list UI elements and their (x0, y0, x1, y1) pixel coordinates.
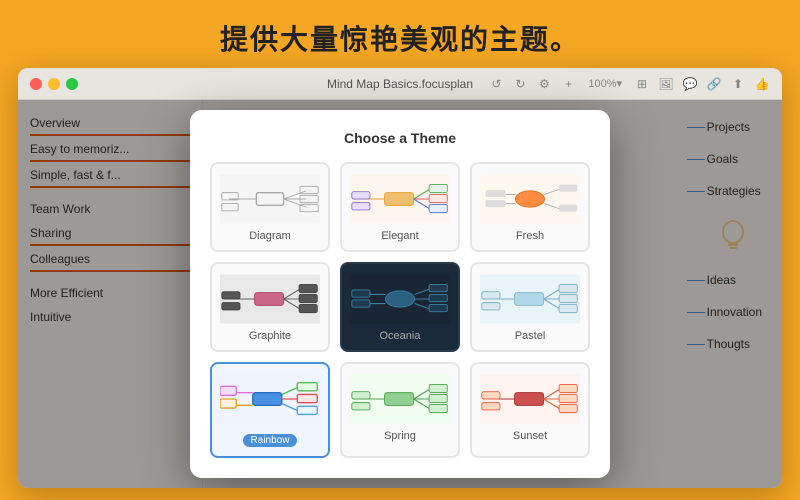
theme-preview-rainbow (220, 372, 320, 426)
theme-preview-graphite (220, 272, 320, 326)
maximize-button[interactable] (66, 78, 78, 90)
theme-preview-fresh (480, 172, 580, 226)
theme-preview-elegant (350, 172, 450, 226)
like-icon[interactable]: 👍 (754, 76, 770, 92)
link-icon[interactable]: 🔗 (706, 76, 722, 92)
main-area: Overview Easy to memoriz... Simple, fast… (18, 100, 782, 488)
theme-preview-pastel (480, 272, 580, 326)
comment-icon[interactable]: 💬 (682, 76, 698, 92)
theme-preview-oceania (350, 272, 450, 326)
app-window: Mind Map Basics.focusplan ↺ ↻ ⚙ + 100%▾ … (18, 68, 782, 488)
undo-icon[interactable]: ↺ (488, 76, 504, 92)
theme-card-diagram[interactable]: Diagram (210, 162, 330, 252)
theme-label-pastel: Pastel (480, 330, 580, 342)
theme-preview-diagram (220, 172, 320, 226)
theme-badge-rainbow: Rainbow (243, 434, 298, 447)
toolbar-icons: ↺ ↻ ⚙ + 100%▾ ⊞ 🖼 💬 🔗 ⬆ 👍 (488, 76, 770, 92)
theme-label-elegant: Elegant (350, 230, 450, 242)
theme-label-spring: Spring (350, 430, 450, 442)
theme-card-oceania[interactable]: Oceania (340, 262, 460, 352)
theme-label-oceania: Oceania (350, 330, 450, 342)
theme-label-diagram: Diagram (220, 230, 320, 242)
theme-badge-row: Rainbow (220, 430, 320, 448)
theme-dialog: Choose a Theme (190, 110, 610, 478)
modal-overlay: Choose a Theme (18, 100, 782, 488)
theme-preview-sunset (480, 372, 580, 426)
page-title: 提供大量惊艳美观的主题。 (0, 0, 800, 68)
settings-icon[interactable]: ⚙ (536, 76, 552, 92)
titlebar: Mind Map Basics.focusplan ↺ ↻ ⚙ + 100%▾ … (18, 68, 782, 100)
close-button[interactable] (30, 78, 42, 90)
share-icon[interactable]: ⬆ (730, 76, 746, 92)
add-icon[interactable]: + (560, 76, 576, 92)
theme-card-graphite[interactable]: Graphite (210, 262, 330, 352)
theme-card-spring[interactable]: Spring (340, 362, 460, 458)
theme-card-sunset[interactable]: Sunset (470, 362, 590, 458)
theme-card-rainbow[interactable]: Rainbow (210, 362, 330, 458)
zoom-label: 100%▾ (584, 76, 626, 92)
window-controls (30, 78, 78, 90)
theme-grid: Diagram (210, 162, 590, 458)
dialog-title: Choose a Theme (210, 130, 590, 146)
theme-preview-spring (350, 372, 450, 426)
redo-icon[interactable]: ↻ (512, 76, 528, 92)
theme-label-graphite: Graphite (220, 330, 320, 342)
theme-label-sunset: Sunset (480, 430, 580, 442)
theme-card-pastel[interactable]: Pastel (470, 262, 590, 352)
view-icon[interactable]: ⊞ (634, 76, 650, 92)
minimize-button[interactable] (48, 78, 60, 90)
image-icon[interactable]: 🖼 (658, 76, 674, 92)
theme-label-fresh: Fresh (480, 230, 580, 242)
window-title: Mind Map Basics.focusplan (327, 77, 473, 91)
theme-card-elegant[interactable]: Elegant (340, 162, 460, 252)
theme-card-fresh[interactable]: Fresh (470, 162, 590, 252)
